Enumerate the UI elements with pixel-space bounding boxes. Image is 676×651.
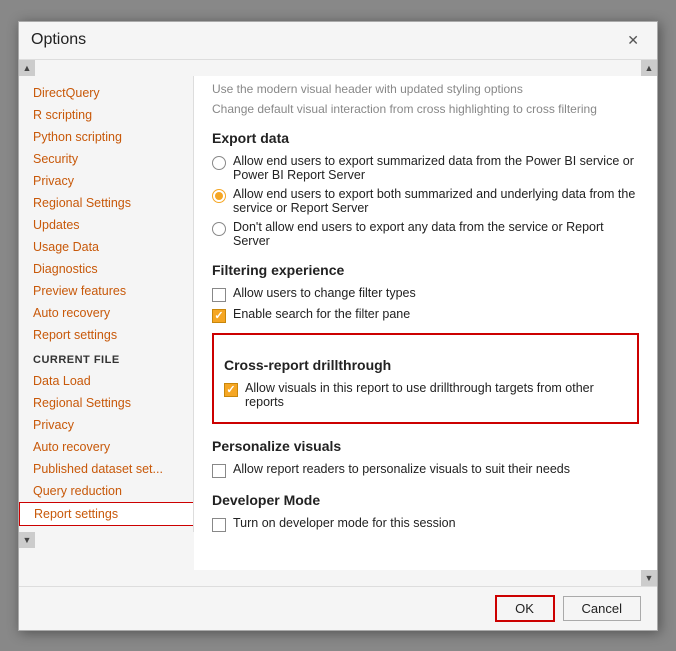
sidebar-item-current-3[interactable]: Auto recovery: [19, 436, 193, 458]
sidebar-item-global-4[interactable]: Privacy: [19, 170, 193, 192]
checkbox-unchecked-icon[interactable]: [212, 464, 226, 478]
change-interaction-text: Change default visual interaction from c…: [212, 102, 639, 116]
options-dialog: Options ✕ ▲ DirectQueryR scriptingPython…: [18, 21, 658, 631]
highlighted-section-cross_report_drillthrough: Cross-report drillthrough Allow visuals i…: [212, 333, 639, 424]
cross-highlight-text: Use the modern visual header with update…: [212, 82, 523, 96]
dialog-footer: OK Cancel: [19, 586, 657, 630]
sidebar-scroll-up-arrow[interactable]: ▲: [19, 60, 35, 76]
option-cross_report_drillthrough-0[interactable]: Allow visuals in this report to use dril…: [224, 381, 627, 409]
content-scroll-up-arrow[interactable]: ▲: [641, 60, 657, 76]
checkbox-unchecked-icon[interactable]: [212, 288, 226, 302]
radio-unchecked-icon[interactable]: [212, 156, 226, 170]
content-scroll-down-arrow[interactable]: ▼: [641, 570, 657, 586]
sidebar-scroll-down-arrow[interactable]: ▼: [19, 532, 35, 548]
sidebar-item-global-11[interactable]: Report settings: [19, 324, 193, 346]
option-label-export_data-1: Allow end users to export both summarize…: [233, 187, 639, 215]
option-filtering_experience-0[interactable]: Allow users to change filter types: [212, 286, 639, 302]
sidebar-item-global-9[interactable]: Preview features: [19, 280, 193, 302]
cancel-button[interactable]: Cancel: [563, 596, 641, 621]
section-personalize_visuals: Personalize visuals Allow report readers …: [212, 438, 639, 478]
sidebar-item-current-4[interactable]: Published dataset set...: [19, 458, 193, 480]
radio-unchecked-icon[interactable]: [212, 222, 226, 236]
sidebar: DirectQueryR scriptingPython scriptingSe…: [19, 76, 194, 532]
option-label-filtering_experience-1: Enable search for the filter pane: [233, 307, 410, 321]
option-export_data-1[interactable]: Allow end users to export both summarize…: [212, 187, 639, 215]
option-personalize_visuals-0[interactable]: Allow report readers to personalize visu…: [212, 462, 639, 478]
checkbox-checked-icon[interactable]: [212, 309, 226, 323]
option-label-export_data-2: Don't allow end users to export any data…: [233, 220, 639, 248]
dialog-title: Options: [31, 31, 86, 49]
content-area: Use the modern visual header with update…: [194, 76, 657, 570]
option-export_data-0[interactable]: Allow end users to export summarized dat…: [212, 154, 639, 182]
section-title-export_data: Export data: [212, 130, 639, 146]
radio-checked-icon[interactable]: [212, 189, 226, 203]
sidebar-item-current-1[interactable]: Regional Settings: [19, 392, 193, 414]
ok-button[interactable]: OK: [495, 595, 555, 622]
sidebar-wrapper: ▲ DirectQueryR scriptingPython scripting…: [19, 60, 194, 586]
option-label-filtering_experience-0: Allow users to change filter types: [233, 286, 416, 300]
sidebar-item-current-5[interactable]: Query reduction: [19, 480, 193, 502]
sidebar-item-current-6[interactable]: Report settings: [19, 502, 194, 526]
sidebar-item-global-7[interactable]: Usage Data: [19, 236, 193, 258]
close-button[interactable]: ✕: [621, 30, 645, 51]
section-title-developer_mode: Developer Mode: [212, 492, 639, 508]
checkbox-unchecked-icon[interactable]: [212, 518, 226, 532]
sidebar-item-global-0[interactable]: DirectQuery: [19, 82, 193, 104]
sidebar-item-global-10[interactable]: Auto recovery: [19, 302, 193, 324]
title-bar: Options ✕: [19, 22, 657, 60]
option-label-cross_report_drillthrough-0: Allow visuals in this report to use dril…: [245, 381, 627, 409]
option-filtering_experience-1[interactable]: Enable search for the filter pane: [212, 307, 639, 323]
option-label-export_data-0: Allow end users to export summarized dat…: [233, 154, 639, 182]
sidebar-item-global-2[interactable]: Python scripting: [19, 126, 193, 148]
section-export_data: Export data Allow end users to export sum…: [212, 130, 639, 248]
option-developer_mode-0[interactable]: Turn on developer mode for this session: [212, 516, 639, 532]
sidebar-item-global-3[interactable]: Security: [19, 148, 193, 170]
content-wrapper: ▲ Use the modern visual header with upda…: [194, 60, 657, 586]
sidebar-item-current-2[interactable]: Privacy: [19, 414, 193, 436]
sidebar-item-global-6[interactable]: Updates: [19, 214, 193, 236]
sidebar-item-global-5[interactable]: Regional Settings: [19, 192, 193, 214]
section-developer_mode: Developer Mode Turn on developer mode for…: [212, 492, 639, 532]
sidebar-item-global-8[interactable]: Diagnostics: [19, 258, 193, 280]
section-title-personalize_visuals: Personalize visuals: [212, 438, 639, 454]
checkbox-checked-icon[interactable]: [224, 383, 238, 397]
section-title-cross_report_drillthrough: Cross-report drillthrough: [224, 357, 627, 373]
sidebar-section-current-file: CURRENT FILE: [19, 346, 193, 370]
sidebar-item-global-1[interactable]: R scripting: [19, 104, 193, 126]
section-title-filtering_experience: Filtering experience: [212, 262, 639, 278]
option-label-developer_mode-0: Turn on developer mode for this session: [233, 516, 456, 530]
option-export_data-2[interactable]: Don't allow end users to export any data…: [212, 220, 639, 248]
option-label-personalize_visuals-0: Allow report readers to personalize visu…: [233, 462, 570, 476]
faded-top-text: Use the modern visual header with update…: [212, 82, 639, 96]
dialog-body: ▲ DirectQueryR scriptingPython scripting…: [19, 60, 657, 586]
sidebar-item-current-0[interactable]: Data Load: [19, 370, 193, 392]
section-filtering_experience: Filtering experience Allow users to chang…: [212, 262, 639, 323]
